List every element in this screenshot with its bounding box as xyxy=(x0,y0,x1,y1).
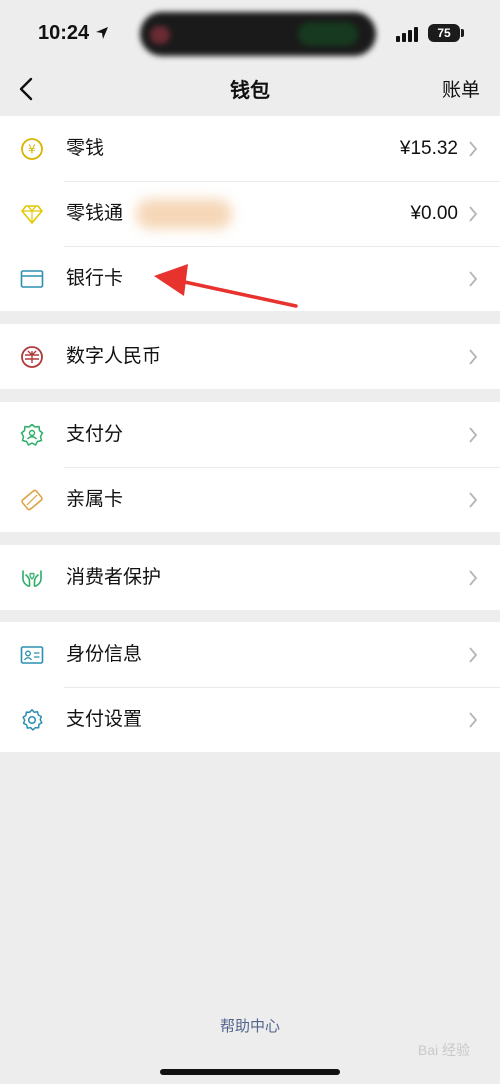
row-label: 数字人民币 xyxy=(66,345,162,367)
chevron-right-icon xyxy=(469,349,478,365)
chevron-right-icon xyxy=(469,141,478,157)
chevron-right-icon xyxy=(469,427,478,443)
row-label: 零钱 xyxy=(66,137,105,159)
hands-icon xyxy=(22,570,42,587)
row-label: 支付设置 xyxy=(66,708,143,730)
page-title: 钱包 xyxy=(230,78,270,102)
chevron-right-icon xyxy=(469,271,478,287)
row-label: 零钱通 xyxy=(66,202,124,224)
redacted-blur xyxy=(136,199,232,229)
bill-button[interactable]: 账单 xyxy=(442,75,480,102)
row-label: 身份信息 xyxy=(66,643,143,665)
chevron-right-icon xyxy=(469,206,478,222)
battery-level: 75 xyxy=(428,24,460,42)
row-pay-score[interactable]: 支付分 xyxy=(0,402,500,467)
help-center-link[interactable]: 帮助中心 xyxy=(0,1015,500,1036)
dynamic-island xyxy=(140,12,376,56)
family-card-icon xyxy=(21,489,43,511)
row-label: 亲属卡 xyxy=(66,488,124,510)
row-pay-settings[interactable]: 支付设置 xyxy=(0,687,500,752)
diamond-icon xyxy=(21,205,43,224)
home-indicator[interactable] xyxy=(160,1069,340,1075)
row-lingqiantong[interactable]: 零钱通 ¥0.00 xyxy=(0,181,500,246)
score-icon xyxy=(20,423,44,446)
nav-bar: 钱包 账单 xyxy=(0,64,500,114)
signal-icon xyxy=(396,27,418,42)
row-digital-rmb[interactable]: 数字人民币 xyxy=(0,324,500,389)
id-card-icon xyxy=(20,646,44,664)
status-bar: 10:24 75 xyxy=(0,0,500,64)
status-time: 10:24 xyxy=(38,22,90,44)
ecny-icon xyxy=(21,346,43,368)
row-value: ¥15.32 xyxy=(399,138,458,159)
chevron-right-icon xyxy=(469,570,478,586)
chevron-right-icon xyxy=(469,492,478,508)
row-change[interactable]: ¥ 零钱 ¥15.32 xyxy=(0,116,500,181)
row-label: 消费者保护 xyxy=(66,566,162,588)
card-icon xyxy=(20,270,44,288)
wallet-group-settings: 身份信息 支付设置 xyxy=(0,622,500,752)
row-value: ¥0.00 xyxy=(410,203,458,224)
row-consumer-protection[interactable]: 消费者保护 xyxy=(0,545,500,610)
row-identity-info[interactable]: 身份信息 xyxy=(0,622,500,687)
red-arrow-annotation xyxy=(154,264,298,308)
watermark: Bai 经验 xyxy=(417,1042,470,1058)
coin-icon: ¥ xyxy=(21,138,43,160)
chevron-right-icon xyxy=(469,647,478,663)
wallet-group-credit: 支付分 亲属卡 xyxy=(0,402,500,532)
row-family-card[interactable]: 亲属卡 xyxy=(0,467,500,532)
wallet-group-protection: 消费者保护 xyxy=(0,545,500,610)
svg-text:¥: ¥ xyxy=(28,143,36,157)
chevron-right-icon xyxy=(469,712,478,728)
row-label: 支付分 xyxy=(66,423,124,445)
location-arrow-icon xyxy=(96,27,108,39)
wallet-group-ecny: 数字人民币 xyxy=(0,324,500,389)
battery-tip xyxy=(461,29,464,37)
gear-icon xyxy=(22,709,43,731)
row-label: 银行卡 xyxy=(66,267,124,289)
